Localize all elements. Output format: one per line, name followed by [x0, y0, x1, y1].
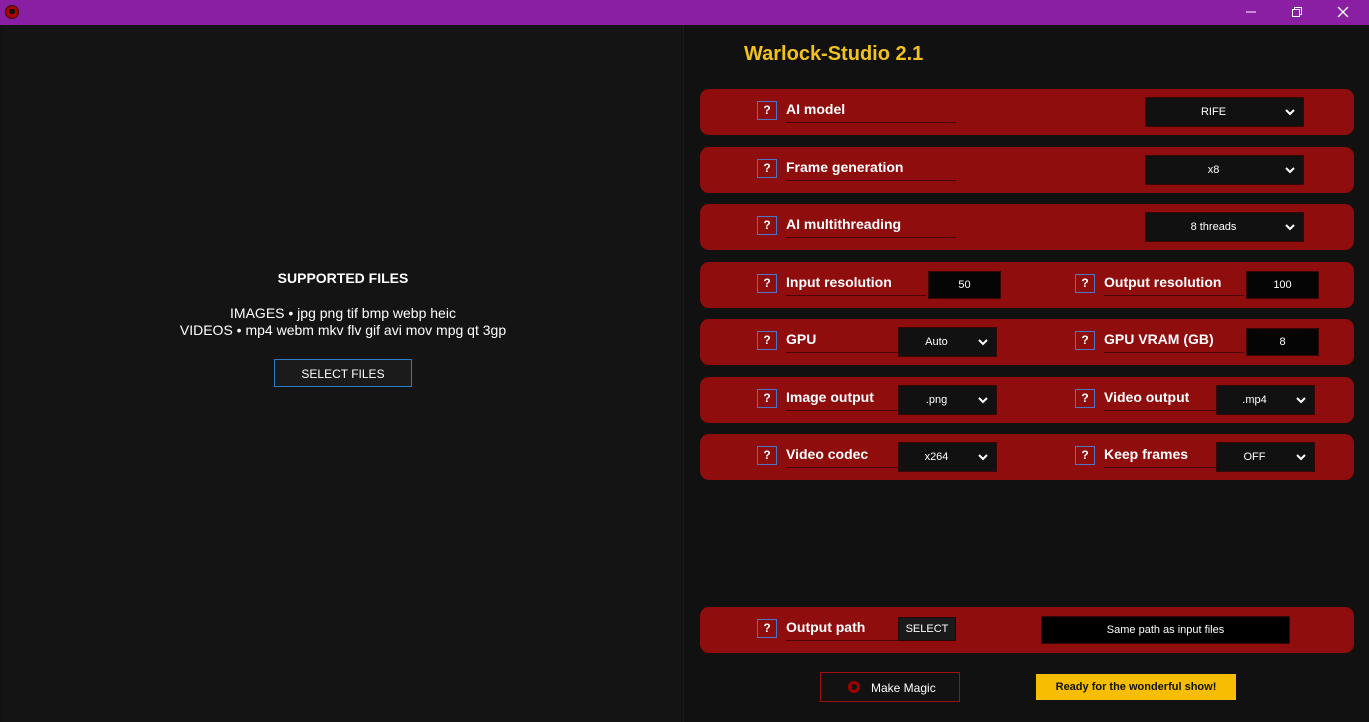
keep-frames-label: Keep frames	[1104, 444, 1216, 468]
frame-generation-value: x8	[1207, 164, 1220, 176]
ai-multithreading-label: AI multithreading	[786, 214, 956, 238]
maximize-button[interactable]	[1274, 0, 1320, 25]
ai-multithreading-dropdown[interactable]: 8 threads	[1145, 212, 1304, 242]
gpu-vram-field[interactable]: 8	[1246, 328, 1319, 356]
ai-model-dropdown[interactable]: RIFE	[1145, 97, 1304, 127]
video-output-help-button[interactable]: ?	[1075, 389, 1095, 408]
select-files-button[interactable]: SELECT FILES	[274, 359, 412, 387]
chevron-down-icon	[978, 397, 988, 404]
video-codec-help-button[interactable]: ?	[757, 446, 777, 465]
frame-generation-help-button[interactable]: ?	[757, 159, 777, 178]
app-logo-icon	[848, 681, 860, 693]
gpu-dropdown[interactable]: Auto	[898, 327, 997, 357]
video-output-dropdown[interactable]: .mp4	[1216, 385, 1315, 415]
close-button[interactable]	[1320, 0, 1366, 25]
frame-generation-dropdown[interactable]: x8	[1145, 155, 1304, 185]
restore-icon	[1292, 7, 1302, 17]
supported-images-line: IMAGES • jpg png tif bmp webp heic	[230, 305, 456, 321]
chevron-down-icon	[1285, 167, 1295, 174]
input-resolution-help-button[interactable]: ?	[757, 274, 777, 293]
output-path-select-button[interactable]: SELECT	[898, 617, 956, 641]
image-output-help-button[interactable]: ?	[757, 389, 777, 408]
gpu-help-button[interactable]: ?	[757, 331, 777, 350]
output-resolution-field[interactable]: 100	[1246, 271, 1319, 299]
supported-videos-line: VIDEOS • mp4 webm mkv flv gif avi mov mp…	[179, 322, 507, 338]
supported-files-title: SUPPORTED FILES	[277, 270, 409, 286]
gpu-value: Auto	[925, 336, 948, 348]
gpu-label: GPU	[786, 329, 898, 353]
input-resolution-label: Input resolution	[786, 272, 926, 296]
ai-model-value: RIFE	[1200, 106, 1227, 118]
close-icon	[1337, 6, 1349, 18]
frame-generation-label: Frame generation	[786, 157, 956, 181]
video-codec-dropdown[interactable]: x264	[898, 442, 997, 472]
ai-model-label: AI model	[786, 99, 956, 123]
app-title: Warlock-Studio 2.1	[744, 43, 924, 65]
minimize-icon	[1246, 11, 1256, 13]
video-output-value: .mp4	[1242, 394, 1267, 406]
ai-multithreading-value: 8 threads	[1190, 221, 1237, 233]
chevron-down-icon	[1296, 397, 1306, 404]
video-codec-label: Video codec	[786, 444, 898, 468]
make-magic-label: Make Magic	[871, 681, 936, 695]
status-message: Ready for the wonderful show!	[1036, 674, 1236, 700]
output-path-help-button[interactable]: ?	[757, 619, 777, 638]
output-path-field[interactable]: Same path as input files	[1041, 616, 1290, 644]
title-bar	[0, 0, 1369, 25]
output-resolution-label: Output resolution	[1104, 272, 1244, 296]
video-output-label: Video output	[1104, 387, 1216, 411]
keep-frames-dropdown[interactable]: OFF	[1216, 442, 1315, 472]
ai-model-help-button[interactable]: ?	[757, 101, 777, 120]
chevron-down-icon	[1285, 224, 1295, 231]
gpu-vram-help-button[interactable]: ?	[1075, 331, 1095, 350]
input-resolution-field[interactable]: 50	[928, 271, 1001, 299]
keep-frames-value: OFF	[1243, 451, 1266, 463]
image-output-label: Image output	[786, 387, 898, 411]
make-magic-button[interactable]: Make Magic	[820, 672, 960, 702]
chevron-down-icon	[1285, 109, 1295, 116]
minimize-button[interactable]	[1228, 0, 1274, 25]
chevron-down-icon	[978, 454, 988, 461]
image-output-value: .png	[925, 394, 948, 406]
gpu-vram-label: GPU VRAM (GB)	[1104, 329, 1244, 353]
output-resolution-help-button[interactable]: ?	[1075, 274, 1095, 293]
image-output-dropdown[interactable]: .png	[898, 385, 997, 415]
keep-frames-help-button[interactable]: ?	[1075, 446, 1095, 465]
app-logo-icon	[5, 5, 19, 19]
output-path-label: Output path	[786, 617, 898, 641]
chevron-down-icon	[978, 339, 988, 346]
ai-multithreading-help-button[interactable]: ?	[757, 216, 777, 235]
chevron-down-icon	[1296, 454, 1306, 461]
video-codec-value: x264	[924, 451, 949, 463]
